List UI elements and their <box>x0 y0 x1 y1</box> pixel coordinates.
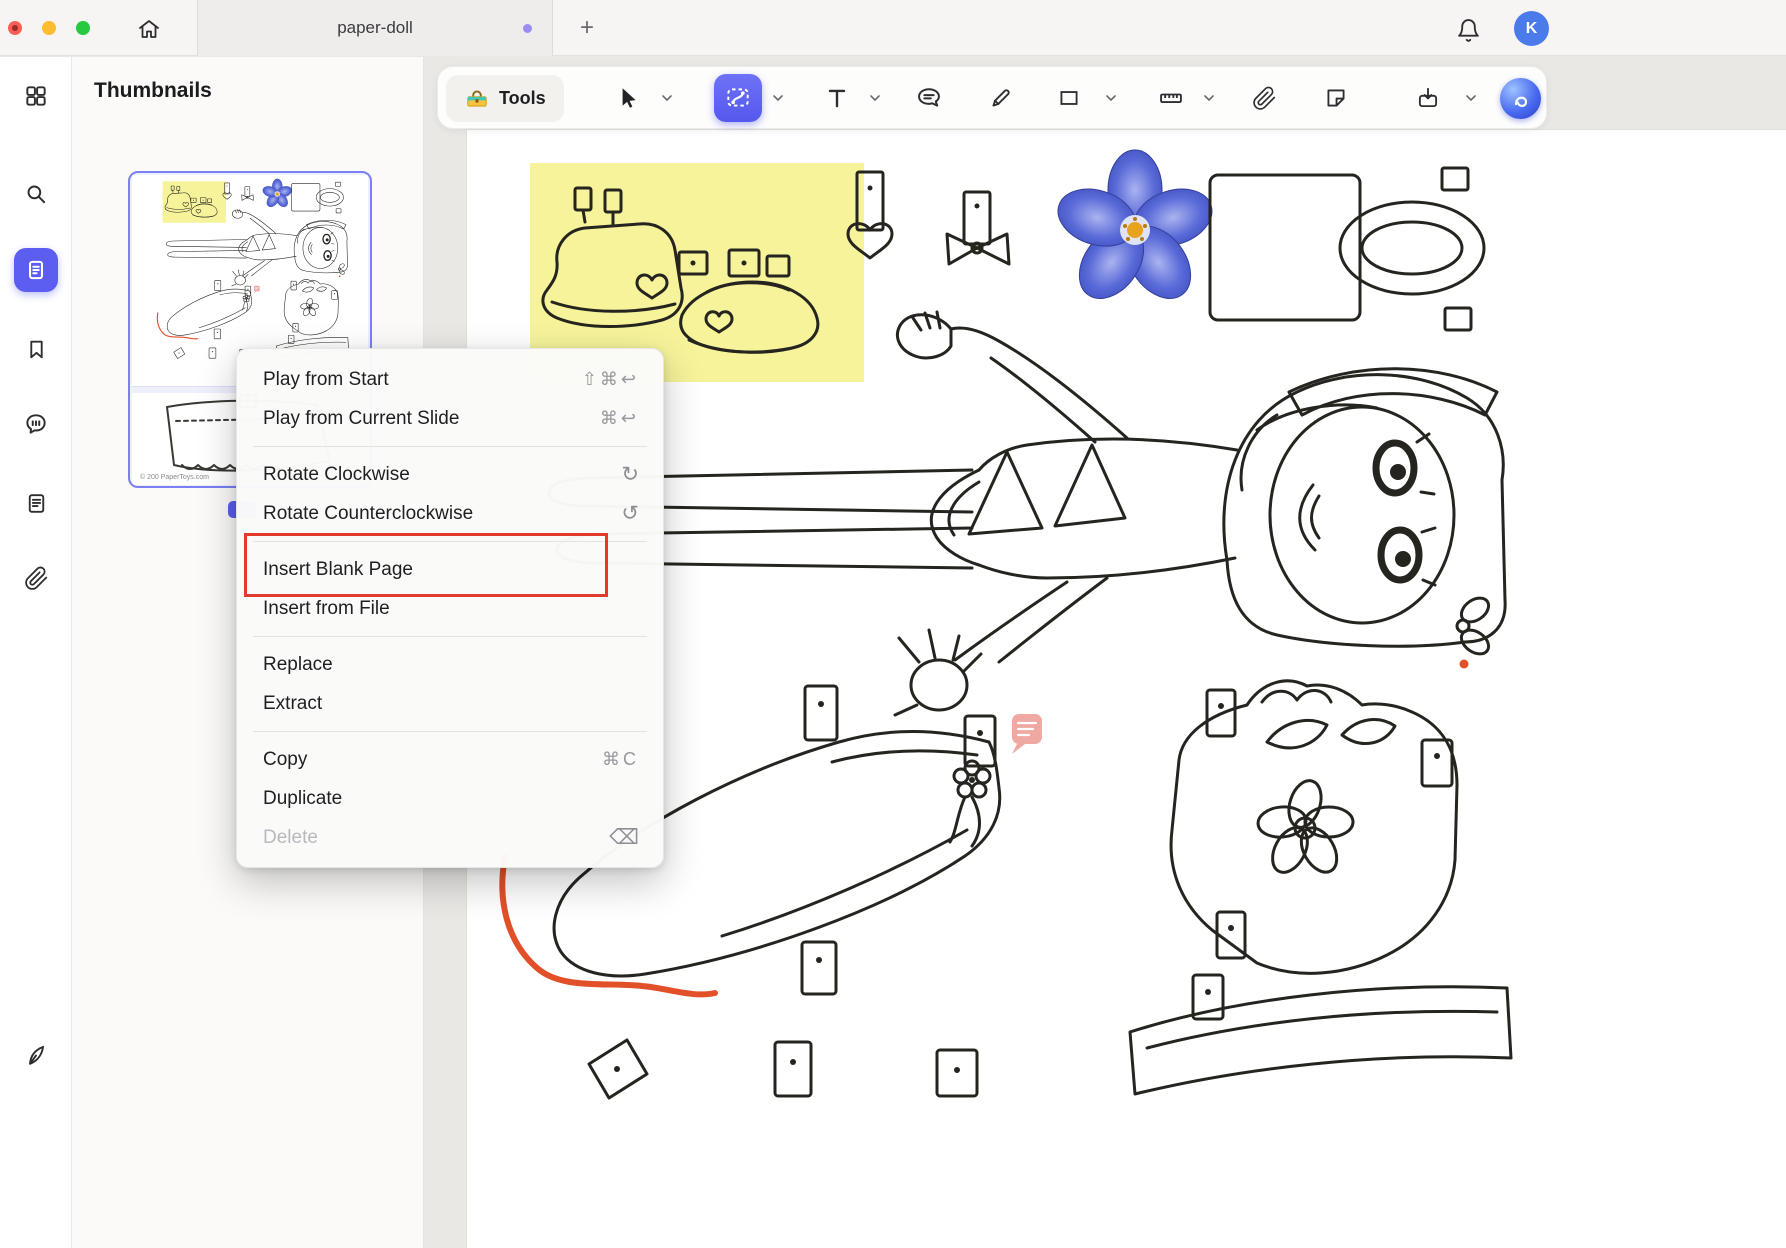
menu-item-play-from-start[interactable]: Play from Start ⇧⌘↩ <box>237 360 663 399</box>
ruler-icon <box>1157 84 1185 112</box>
menu-divider <box>253 731 647 732</box>
chevron-down-icon <box>869 94 881 102</box>
menu-item-rotate-clockwise[interactable]: Rotate Clockwise ↻ <box>237 455 663 494</box>
menu-divider <box>253 541 647 542</box>
tab-bow-piece <box>947 192 1009 264</box>
tools-button[interactable]: Tools <box>446 75 564 122</box>
paperclip-icon <box>1252 86 1277 111</box>
menu-item-extract[interactable]: Extract <box>237 684 663 723</box>
bookmark-icon <box>24 337 49 362</box>
menu-item-delete[interactable]: Delete ⌫ <box>237 818 663 857</box>
rotate-ccw-icon: ↺ <box>621 501 639 526</box>
menu-divider <box>253 446 647 447</box>
sidebar-item-apps[interactable] <box>14 74 58 118</box>
thumbnail-footer-text: © 200 PaperToys.com <box>140 474 209 481</box>
sidebar-item-reader[interactable] <box>14 481 58 525</box>
cursor-icon <box>615 85 641 111</box>
pages-icon <box>23 257 49 283</box>
text-tool[interactable] <box>819 80 855 116</box>
select-tool-dropdown[interactable] <box>660 91 674 105</box>
ai-assistant-button[interactable] <box>1500 78 1541 119</box>
document-page[interactable] <box>467 130 1786 1248</box>
snip-tool-dropdown[interactable] <box>771 91 785 105</box>
bag-drawing <box>1210 168 1484 330</box>
text-tool-icon <box>824 85 850 111</box>
rotate-cw-icon: ↻ <box>621 462 639 487</box>
sidebar-item-attachments[interactable] <box>14 556 58 600</box>
close-window-button[interactable] <box>8 21 22 35</box>
attach-tool[interactable] <box>1246 80 1282 116</box>
ai-swirl-icon <box>1509 87 1533 111</box>
marker-icon <box>988 85 1014 111</box>
context-menu: Play from Start ⇧⌘↩ Play from Current Sl… <box>236 348 664 868</box>
square-shape-icon <box>1056 85 1082 111</box>
chevron-down-icon <box>1105 94 1117 102</box>
search-icon <box>23 181 49 207</box>
save-box-icon <box>1415 85 1441 111</box>
sticker-icon <box>1323 85 1349 111</box>
ruler-tool-dropdown[interactable] <box>1202 91 1216 105</box>
text-tool-dropdown[interactable] <box>868 91 882 105</box>
comments-icon <box>23 411 49 437</box>
smart-snip-icon <box>724 84 752 112</box>
paperclip-icon <box>24 566 49 591</box>
sidebar-item-pen[interactable] <box>14 1033 58 1077</box>
select-tool[interactable] <box>610 80 646 116</box>
chevron-down-icon <box>1465 94 1477 102</box>
menu-divider <box>253 636 647 637</box>
comment-bubble-icon <box>915 84 943 112</box>
menu-item-duplicate[interactable]: Duplicate <box>237 779 663 818</box>
flower-sticker[interactable] <box>1051 150 1220 311</box>
app-window: paper-doll + K <box>0 0 1786 1248</box>
sidebar-item-search[interactable] <box>14 172 58 216</box>
menu-item-rotate-counterclockwise[interactable]: Rotate Counterclockwise ↺ <box>237 494 663 533</box>
apps-grid-icon <box>23 83 49 109</box>
save-tool[interactable] <box>1410 80 1446 116</box>
reader-icon <box>24 491 49 516</box>
delete-back-icon: ⌫ <box>609 825 639 850</box>
menu-item-insert-blank-page[interactable]: Insert Blank Page <box>237 550 663 589</box>
tools-label: Tools <box>499 88 546 109</box>
shape-tool-dropdown[interactable] <box>1104 91 1118 105</box>
pen-stroke[interactable] <box>502 857 715 994</box>
minimize-window-button[interactable] <box>42 21 56 35</box>
sidebar-item-comments[interactable] <box>14 402 58 446</box>
menu-item-replace[interactable]: Replace <box>237 645 663 684</box>
menu-item-insert-from-file[interactable]: Insert from File <box>237 589 663 628</box>
panel-title: Thumbnails <box>94 79 212 103</box>
pen-nib-icon <box>23 1042 49 1068</box>
sidebar-item-pages[interactable] <box>14 248 58 292</box>
smart-snip-tool-active[interactable] <box>714 74 762 122</box>
sidebar-item-bookmarks[interactable] <box>14 327 58 371</box>
menu-item-play-from-current-slide[interactable]: Play from Current Slide ⌘↩ <box>237 399 663 438</box>
chevron-down-icon <box>1203 94 1215 102</box>
chevron-down-icon <box>772 94 784 102</box>
bottom-pieces <box>589 975 1511 1098</box>
ruler-tool[interactable] <box>1153 80 1189 116</box>
bell-icon <box>1456 18 1481 43</box>
icon-rail <box>0 57 72 1248</box>
titlebar: paper-doll + K <box>0 0 1786 56</box>
sticker-tool[interactable] <box>1318 80 1354 116</box>
toolbox-icon <box>464 86 490 112</box>
home-button[interactable] <box>132 12 166 46</box>
home-icon <box>137 17 161 41</box>
comment-tool[interactable] <box>911 80 947 116</box>
document-tab[interactable]: paper-doll <box>197 0 553 56</box>
new-tab-button[interactable]: + <box>572 13 602 43</box>
tab-modified-dot <box>523 24 532 33</box>
comment-marker[interactable] <box>1012 714 1042 754</box>
shirt-drawing <box>1171 681 1457 973</box>
notifications-button[interactable] <box>1452 14 1484 46</box>
chevron-down-icon <box>661 94 673 102</box>
tab-title: paper-doll <box>337 18 413 38</box>
zoom-window-button[interactable] <box>76 21 90 35</box>
pen-tool[interactable] <box>983 80 1019 116</box>
menu-item-copy[interactable]: Copy ⌘C <box>237 740 663 779</box>
shape-tool[interactable] <box>1051 80 1087 116</box>
save-tool-dropdown[interactable] <box>1464 91 1478 105</box>
user-avatar[interactable]: K <box>1514 11 1549 46</box>
main-toolbar: Tools <box>437 66 1547 129</box>
stray-dot <box>1460 660 1469 669</box>
